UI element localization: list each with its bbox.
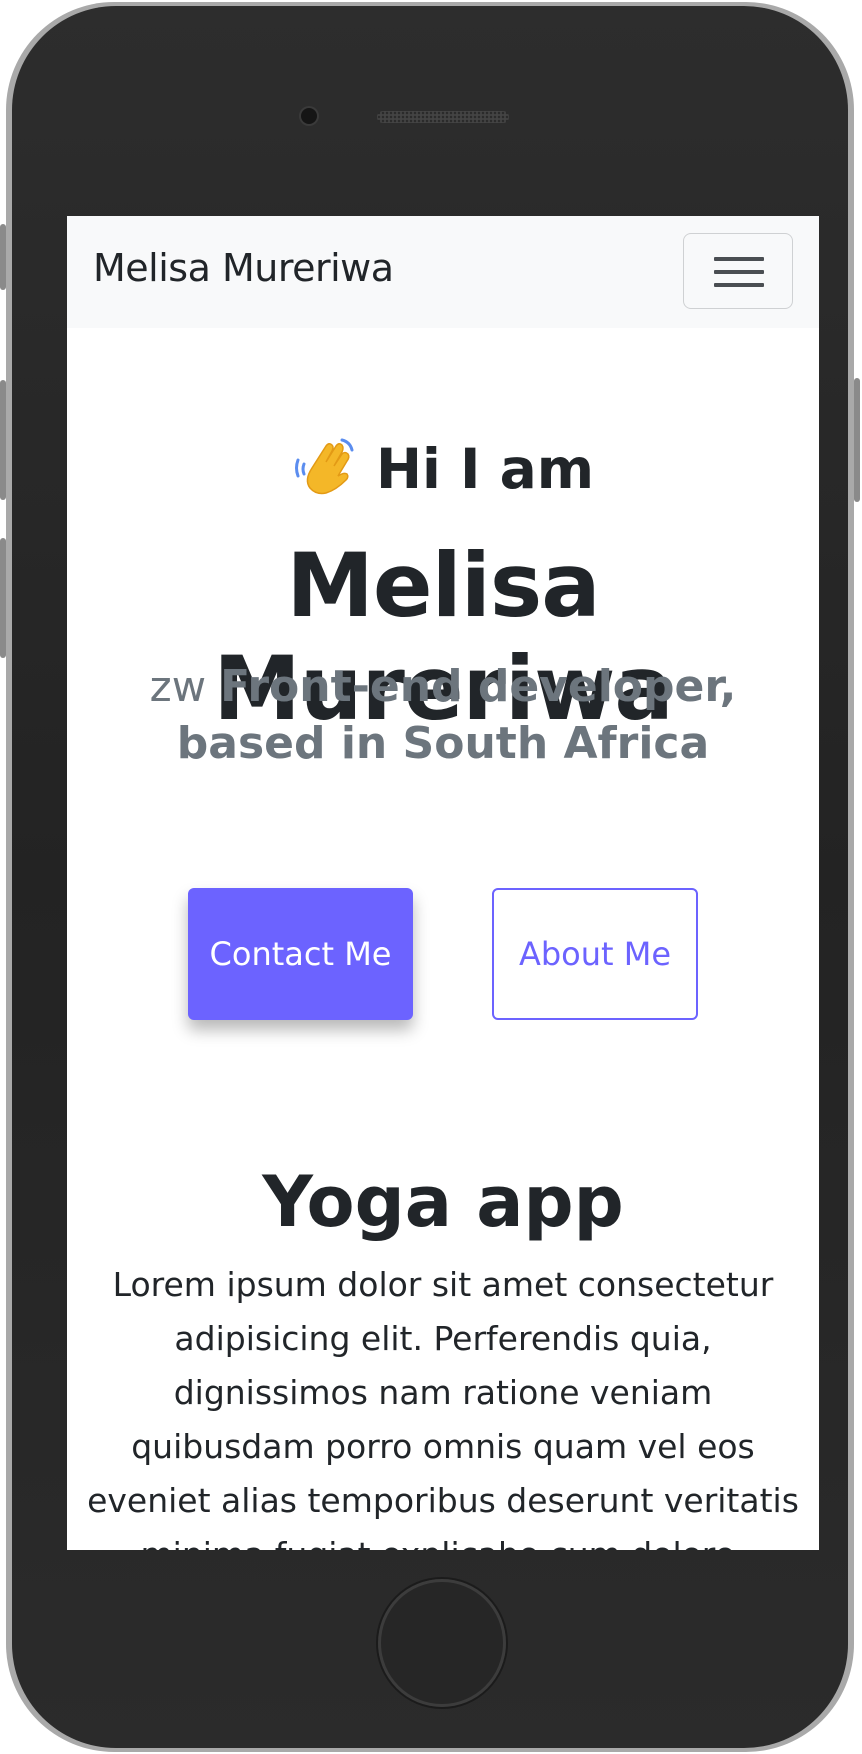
navbar: Melisa Mureriwa: [67, 216, 819, 328]
front-camera-icon: [301, 108, 317, 124]
greeting-text: Hi I am: [375, 437, 595, 501]
waving-hand-icon: [294, 438, 354, 495]
volume-down-button: [0, 538, 6, 658]
project-description: Lorem ipsum dolor sit amet consectetur a…: [87, 1265, 799, 1550]
volume-up-button: [0, 380, 6, 500]
project-title: Yoga app: [262, 1161, 624, 1243]
role-text: Front-end developer, based in South Afri…: [176, 661, 737, 769]
mute-switch: [0, 224, 6, 290]
home-button[interactable]: [378, 1579, 506, 1707]
phone-screen: Melisa Mureriwa Hi I am Melisa Mureriwa …: [67, 216, 819, 1550]
phone-frame: Melisa Mureriwa Hi I am Melisa Mureriwa …: [0, 2, 860, 1752]
power-button: [854, 378, 860, 502]
about-me-button[interactable]: About Me: [492, 888, 698, 1020]
navbar-toggler-button[interactable]: [683, 233, 793, 309]
navbar-brand[interactable]: Melisa Mureriwa: [93, 246, 394, 290]
speaker-grille: [377, 111, 509, 123]
contact-me-button[interactable]: Contact Me: [188, 888, 413, 1020]
hero-tagline: zw Front-end developer, based in South A…: [87, 658, 799, 772]
country-flag: zw: [149, 662, 207, 711]
phone-body: Melisa Mureriwa Hi I am Melisa Mureriwa …: [12, 6, 848, 1748]
greeting-heading: Hi I am: [67, 434, 819, 501]
